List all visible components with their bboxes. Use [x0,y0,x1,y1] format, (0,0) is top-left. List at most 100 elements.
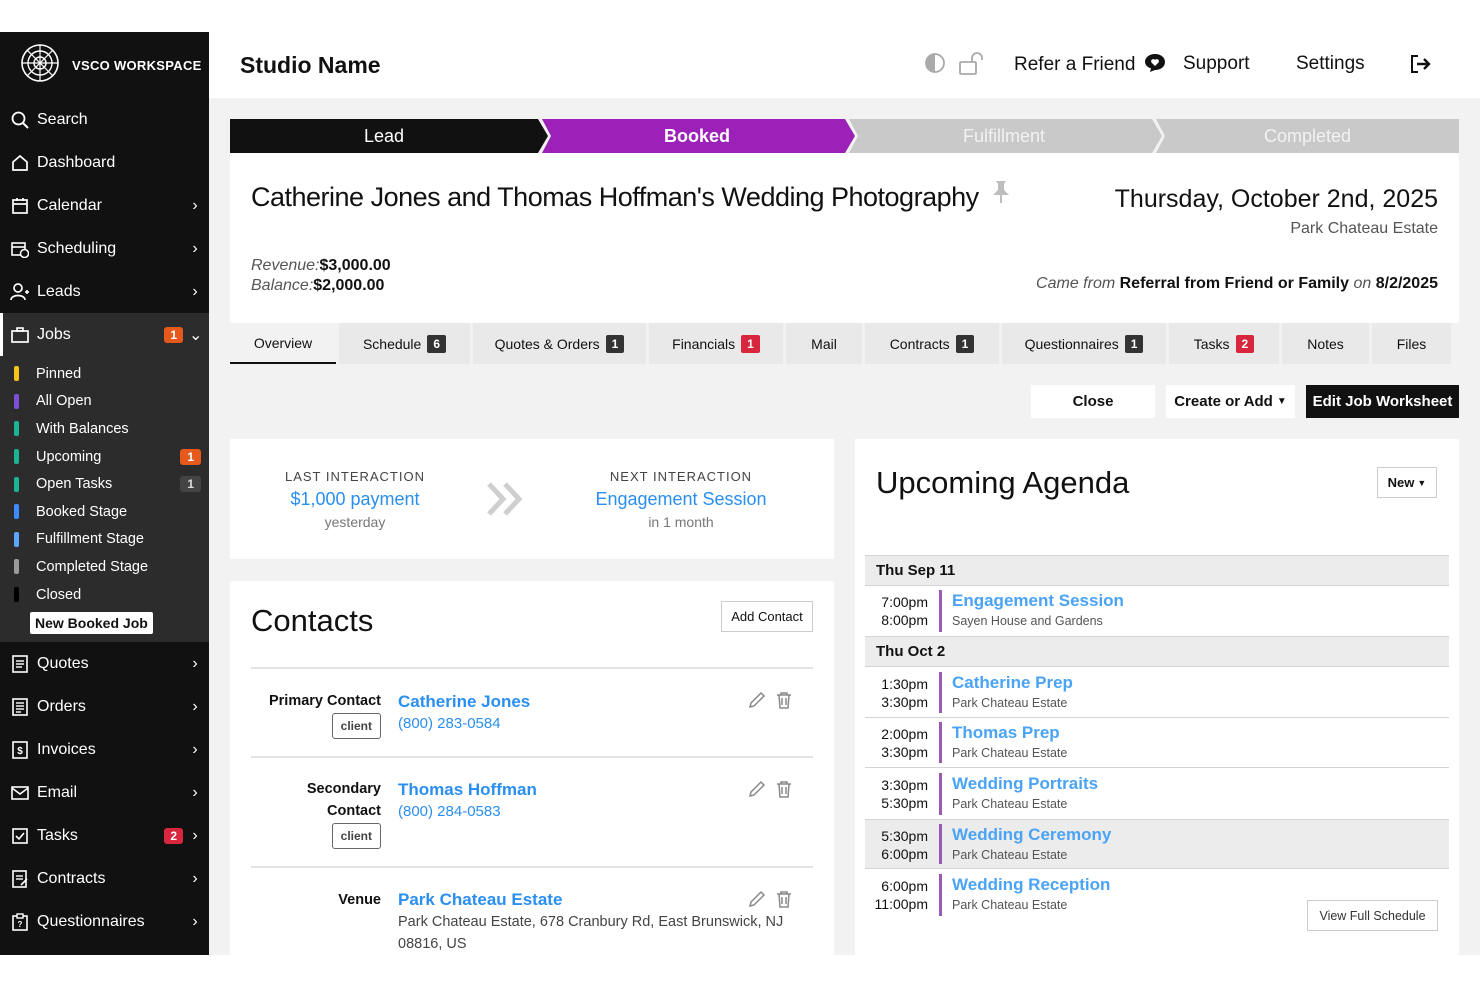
tab-files[interactable]: Files [1372,323,1451,364]
sidebar-item-invoices[interactable]: $ Invoices › [0,728,209,771]
new-booked-job-button[interactable]: New Booked Job [30,612,153,635]
sidebar-item-tasks[interactable]: Tasks 2 › [0,814,209,857]
tab-label: Questionnaires [1024,335,1119,352]
add-contact-button[interactable]: Add Contact [721,601,813,632]
next-interaction-value[interactable]: Engagement Session [586,489,776,510]
chevron-right-icon: › [192,654,198,672]
caret-down-icon: ▼ [1417,477,1427,488]
tab-label: Mail [811,335,837,352]
event-color-bar [939,773,942,815]
secondary-contact-phone[interactable]: (800) 284-0583 [398,803,501,820]
sidebar-item-jobs[interactable]: Jobs 1 ⌄ [0,313,209,356]
support-link[interactable]: Support [1183,53,1250,75]
trash-icon[interactable] [776,780,792,803]
sidebar-item-questionnaires[interactable]: ? Questionnaires › [0,900,209,943]
primary-contact-actions [748,691,792,714]
agenda-event[interactable]: 1:30pm 3:30pm Catherine Prep Park Chateau… [865,668,1449,718]
sidebar-subitem-closed[interactable]: Closed [0,581,209,609]
tab-contracts[interactable]: Contracts 1 [865,323,999,364]
event-color-bar [939,824,942,864]
studio-name: Studio Name [240,51,381,78]
last-interaction-value[interactable]: $1,000 payment [265,489,445,510]
job-date: Thursday, October 2nd, 2025 [1114,185,1438,213]
view-full-schedule-button[interactable]: View Full Schedule [1307,900,1438,931]
tab-notes[interactable]: Notes [1282,323,1369,364]
agenda-event[interactable]: 3:30pm 5:30pm Wedding Portraits Park Chat… [865,769,1449,819]
settings-link[interactable]: Settings [1296,53,1365,75]
sidebar-subitem-open-tasks[interactable]: Open Tasks 1 [0,470,209,498]
event-name[interactable]: Catherine Prep [952,673,1073,693]
stage-lead[interactable]: Lead [230,119,538,153]
tab-financials[interactable]: Financials 1 [649,323,783,364]
stage-booked[interactable]: Booked [542,119,852,153]
sidebar-item-calendar[interactable]: Calendar › [0,184,209,227]
client-tag: client [331,823,381,849]
create-or-add-button[interactable]: Create or Add ▼ [1166,385,1295,418]
lead-source: Came from Referral from Friend or Family… [1036,275,1438,293]
sidebar-subitem-booked-stage[interactable]: Booked Stage [0,498,209,526]
event-time: 6:00pm 11:00pm [875,877,928,913]
refer-a-friend-link[interactable]: Refer a Friend [1014,53,1166,79]
sidebar-item-quotes[interactable]: Quotes › [0,642,209,685]
tab-questionnaires[interactable]: Questionnaires 1 [1002,323,1166,364]
sidebar-item-search[interactable]: Search [0,98,209,141]
new-agenda-button[interactable]: New ▼ [1377,467,1437,498]
sidebar-subitem-with-balances[interactable]: With Balances [0,415,209,443]
color-marker [14,476,19,492]
sidebar-item-orders[interactable]: Orders › [0,685,209,728]
sidebar-item-email[interactable]: Email › [0,771,209,814]
sidebar-item-scheduling[interactable]: Scheduling › [0,227,209,270]
edit-job-worksheet-button[interactable]: Edit Job Worksheet [1306,385,1459,418]
sidebar-item-leads[interactable]: Leads › [0,270,209,313]
tab-mail[interactable]: Mail [786,323,862,364]
venue-name[interactable]: Park Chateau Estate [398,890,562,910]
edit-pencil-icon[interactable] [748,890,766,913]
sidebar-subitem-completed-stage[interactable]: Completed Stage [0,553,209,581]
trash-icon[interactable] [776,691,792,714]
logout-icon[interactable] [1410,54,1432,79]
sidebar-item-contracts[interactable]: Contracts › [0,857,209,900]
balance-value: $2,000.00 [313,277,385,294]
event-start: 6:00pm [881,878,928,894]
sidebar-subitem-pinned[interactable]: Pinned [0,360,209,388]
sidebar-item-label: Questionnaires [37,912,145,930]
sidebar-subitem-upcoming[interactable]: Upcoming 1 [0,443,209,471]
brand[interactable]: VSCO WORKSPACE [0,32,209,98]
tab-schedule[interactable]: Schedule 6 [339,323,470,364]
event-name[interactable]: Thomas Prep [952,723,1060,743]
chevron-down-icon: ⌄ [189,326,203,344]
edit-pencil-icon[interactable] [748,691,766,714]
tab-quotes-orders[interactable]: Quotes & Orders 1 [473,323,646,364]
sidebar-subitem-fulfillment-stage[interactable]: Fulfillment Stage [0,526,209,554]
event-name[interactable]: Wedding Ceremony [952,825,1111,845]
last-interaction-heading: LAST INTERACTION [284,469,425,484]
agenda-event[interactable]: 5:30pm 6:00pm Wedding Ceremony Park Chate… [865,819,1449,869]
balance: Balance:$2,000.00 [251,277,384,295]
event-name[interactable]: Engagement Session [952,591,1124,611]
primary-contact-name[interactable]: Catherine Jones [398,692,530,712]
sidebar-item-dashboard[interactable]: Dashboard [0,141,209,184]
secondary-contact-name[interactable]: Thomas Hoffman [398,780,537,800]
color-marker [14,587,19,603]
mail-icon [10,783,30,803]
edit-pencil-icon[interactable] [748,780,766,803]
trash-icon[interactable] [776,890,792,913]
agenda-event[interactable]: 7:00pm 8:00pm Engagement Session Sayen Ho… [865,586,1449,636]
tab-tasks[interactable]: Tasks 2 [1169,323,1279,364]
agenda-title: Upcoming Agenda [876,465,1130,500]
close-job-button[interactable]: Close [1031,385,1155,418]
chevron-right-icon: › [192,912,198,930]
stage-completed[interactable]: Completed [1156,119,1459,153]
primary-contact-phone[interactable]: (800) 283-0584 [398,715,501,732]
contrast-toggle-icon[interactable] [924,52,946,81]
unlock-icon[interactable] [958,52,984,81]
sidebar-subitem-all-open[interactable]: All Open [0,388,209,416]
event-name[interactable]: Wedding Reception [952,875,1110,895]
pin-icon[interactable] [992,180,1010,211]
sidebar-item-label: Orders [37,697,86,715]
agenda-event[interactable]: 2:00pm 3:30pm Thomas Prep Park Chateau Es… [865,718,1449,768]
event-name[interactable]: Wedding Portraits [952,774,1098,794]
stage-fulfillment[interactable]: Fulfillment [849,119,1159,153]
event-start: 2:00pm [881,726,928,742]
tab-overview[interactable]: Overview [230,323,336,364]
